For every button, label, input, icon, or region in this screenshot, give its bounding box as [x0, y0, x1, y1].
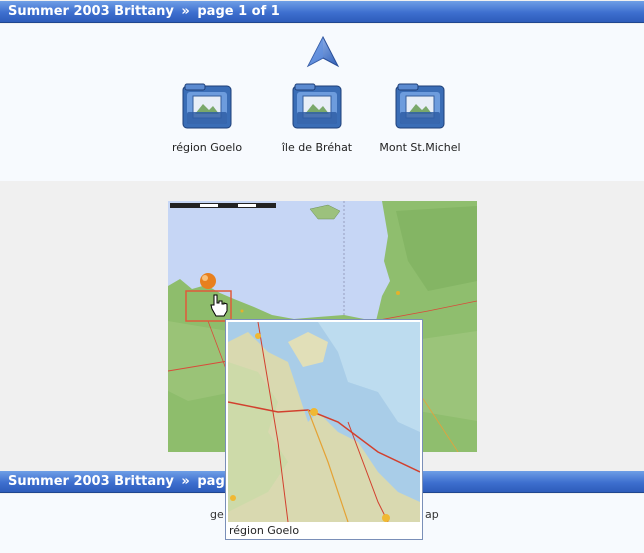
folder-region-goelo[interactable]: région Goelo [152, 82, 262, 154]
page-indicator: page 1 of 1 [197, 4, 280, 19]
folder-panel: région Goelo île de Bréhat Mont St.Miche… [0, 24, 644, 181]
album-title-bar: Summer 2003 Brittany » page 1 of 1 [0, 1, 644, 23]
footer-right-text: ap [425, 508, 439, 521]
folder-label: région Goelo [171, 141, 243, 154]
footer-separator: » [181, 474, 190, 489]
folder-mont-st-michel[interactable]: Mont St.Michel [365, 82, 475, 154]
footer-album-title: Summer 2003 Brittany [8, 474, 174, 489]
up-arrow-icon[interactable] [306, 35, 340, 68]
folder-label: île de Bréhat [281, 141, 353, 154]
map-tooltip: région Goelo [225, 319, 423, 540]
album-title: Summer 2003 Brittany [8, 4, 174, 19]
tooltip-thumbnail [228, 322, 420, 522]
folder-icon [394, 82, 446, 130]
folder-label: Mont St.Michel [379, 141, 461, 154]
footer-left-text: ge [210, 508, 224, 521]
folder-ile-de-brehat[interactable]: île de Bréhat [262, 82, 372, 154]
breadcrumb-separator: » [181, 4, 190, 19]
folder-icon [291, 82, 343, 130]
folder-icon [181, 82, 233, 130]
tooltip-caption: région Goelo [229, 524, 300, 537]
